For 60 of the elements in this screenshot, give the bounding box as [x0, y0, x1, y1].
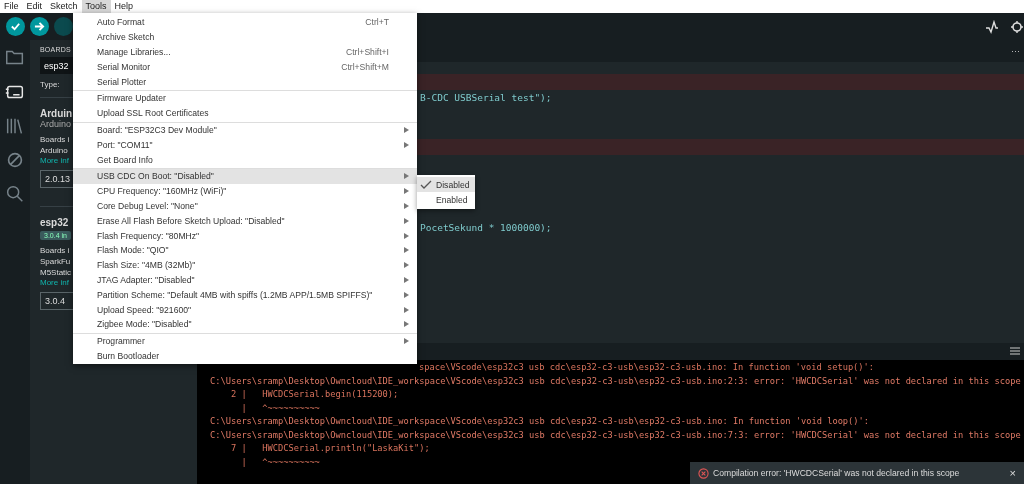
menu-item[interactable]: Programmer	[73, 333, 417, 349]
upload-button[interactable]	[30, 17, 49, 36]
search-icon[interactable]	[4, 183, 26, 205]
menu-item[interactable]: Tools	[81, 0, 111, 13]
menu-item[interactable]: Get Board Info	[73, 152, 417, 167]
filter-label: Type:	[40, 80, 60, 89]
menu-item[interactable]: Firmware Updater	[73, 91, 417, 106]
more-info-link[interactable]: More inf	[40, 156, 69, 165]
console-line: space\VScode\esp32c3 usb cdc\esp32-c3-usb\esp32-c3-usb.ino: In function 'void setup()':	[419, 362, 875, 372]
menu-item[interactable]: Help	[110, 0, 138, 13]
menu-item[interactable]: Archive Sketch	[73, 29, 417, 45]
check-icon	[10, 21, 21, 32]
console-line: C:\Users\sramp\Desktop\Owncloud\IDE_workspace\VScode\esp32c3 usb cdc\esp32-c3-usb\esp32-c3-usb.ino:7:3: error: 'HWCDCSerial' was not declared in this scope	[210, 429, 1021, 440]
board-description: M5Static	[40, 267, 72, 278]
console-line: 7 | HWCDCSerial.println("LaskaKit");	[229, 443, 430, 453]
menu-item[interactable]: Erase All Flash Before Sketch Upload: "Disabled"	[73, 213, 417, 229]
menu-item[interactable]: Flash Mode: "QIO"	[73, 242, 417, 258]
list-icon[interactable]	[1010, 347, 1020, 356]
board-author: Arduino	[40, 119, 72, 129]
code-line: B-CDC USBSerial test");	[420, 92, 552, 104]
console-line: | ^~~~~~~~~~~	[240, 402, 320, 413]
serial-plotter-icon[interactable]	[985, 19, 999, 34]
menu-item[interactable]: Board: "ESP32C3 Dev Module"	[73, 122, 417, 138]
console-line: | ^~~~~~~~~~~	[240, 456, 320, 467]
error-notification: Compilation error: 'HWCDCSerial' was not declared in this scope ×	[690, 462, 1024, 484]
menu-item[interactable]: Core Debug Level: "None"	[73, 198, 417, 214]
console-line: C:\Users\sramp\Desktop\Owncloud\IDE_workspace\VScode\esp32c3 usb cdc\esp32-c3-usb\esp32-c3-usb.ino: In function 'void loop()':	[210, 416, 870, 426]
menu-item[interactable]: Flash Size: "4MB (32Mb)"	[73, 257, 417, 273]
serial-monitor-icon[interactable]	[1010, 19, 1024, 34]
close-button[interactable]: ×	[1007, 467, 1018, 479]
menu-item[interactable]: Burn Bootloader	[73, 348, 417, 364]
more-info-link[interactable]: More inf	[40, 278, 69, 287]
menu-item[interactable]: File	[0, 0, 23, 13]
check-icon	[420, 179, 432, 190]
error-icon	[698, 467, 709, 479]
board-description: Boards i	[40, 245, 70, 256]
submenu-item[interactable]: Enabled	[417, 192, 475, 207]
menu-item[interactable]: Port: "COM11"	[73, 137, 417, 153]
more-icon[interactable]: ···	[1011, 46, 1020, 56]
console-line: 2 | HWCDCSerial.begin(115200);	[229, 389, 399, 399]
menu-item[interactable]: Auto Format Ctrl+T	[73, 15, 417, 30]
submenu-item[interactable]: Disabled	[417, 177, 475, 192]
code-line: PocetSekund * 1000000);	[420, 221, 552, 233]
verify-button[interactable]	[6, 17, 25, 36]
menu-item[interactable]: Serial Plotter	[73, 74, 417, 89]
menu-item[interactable]: Sketch	[46, 0, 82, 13]
menu-item[interactable]: Zigbee Mode: "Disabled"	[73, 316, 417, 332]
menu-item[interactable]: Edit	[22, 0, 47, 13]
console-line: C:\Users\sramp\Desktop\Owncloud\IDE_workspace\VScode\esp32c3 usb cdc\esp32-c3-usb\esp32-c3-usb.ino:2:3: error: 'HWCDCSerial' was not declared in this scope	[210, 375, 1021, 386]
menu-item[interactable]: Manage Libraries... Ctrl+Shift+I	[73, 44, 417, 60]
board-description: SparkFu	[40, 256, 71, 267]
arrow-icon	[34, 21, 45, 32]
board-title: Arduin	[40, 108, 73, 119]
menu-item[interactable]: Serial Monitor Ctrl+Shift+M	[73, 59, 417, 75]
board-description: Boards i	[40, 134, 70, 145]
board-title: esp32	[40, 217, 69, 228]
menu-item[interactable]: JTAG Adapter: "Disabled"	[73, 272, 417, 288]
menu-item[interactable]: Upload SSL Root Certificates	[73, 105, 417, 121]
menu-item[interactable]: Flash Frequency: "80MHz"	[73, 228, 417, 243]
board-description: Arduino	[40, 145, 68, 156]
